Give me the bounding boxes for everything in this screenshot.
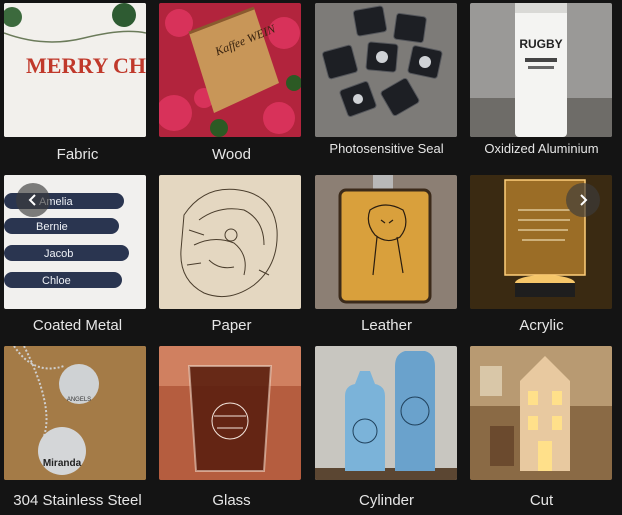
fabric-text-1: MERRY CHRISTMAS [26,53,146,78]
wood-image[interactable]: Kaffee WEIN [159,3,301,137]
stainless-steel-image[interactable]: ANGELS Miranda [4,346,146,480]
aluminium-engraving: RUGBY [519,37,562,51]
leather-image[interactable] [315,175,457,309]
material-gallery: MERRY CHRISTMAS Fabric Kaffee WEIN Wood [0,0,622,515]
coated-metal-label: Coated Metal [32,317,123,334]
wood-label: Wood [212,146,251,163]
spoon-name-3: Jacob [44,248,73,260]
acrylic-label: Acrylic [519,317,564,334]
glass-image[interactable] [159,346,301,480]
cylinder-image[interactable] [315,346,457,480]
cut-label: Cut [529,492,554,509]
pendant-text-1: ANGELS [67,397,91,403]
paper-image[interactable] [159,175,301,309]
fabric-image[interactable]: MERRY CHRISTMAS [4,3,146,137]
stainless-steel-label: 304 Stainless Steel [13,492,142,509]
cylinder-label: Cylinder [358,492,415,509]
glass-label: Glass [212,492,251,509]
photosensitive-seal-image[interactable] [315,3,457,137]
chevron-left-icon [26,193,40,207]
leather-label: Leather [361,317,412,334]
photosensitive-seal-label: Photosensitive Seal [329,141,444,156]
spoon-name-4: Chloe [42,275,71,287]
carousel-next-button[interactable] [566,183,600,217]
carousel-prev-button[interactable] [16,183,50,217]
oxidized-aluminium-label: Oxidized Aluminium [484,141,599,156]
cut-image[interactable] [470,346,612,480]
pendant-text-2: Miranda [43,458,82,469]
oxidized-aluminium-image[interactable]: RUGBY [470,3,612,137]
chevron-right-icon [576,193,590,207]
paper-label: Paper [211,317,252,334]
fabric-label: Fabric [56,146,99,163]
spoon-name-2: Bernie [36,221,68,233]
